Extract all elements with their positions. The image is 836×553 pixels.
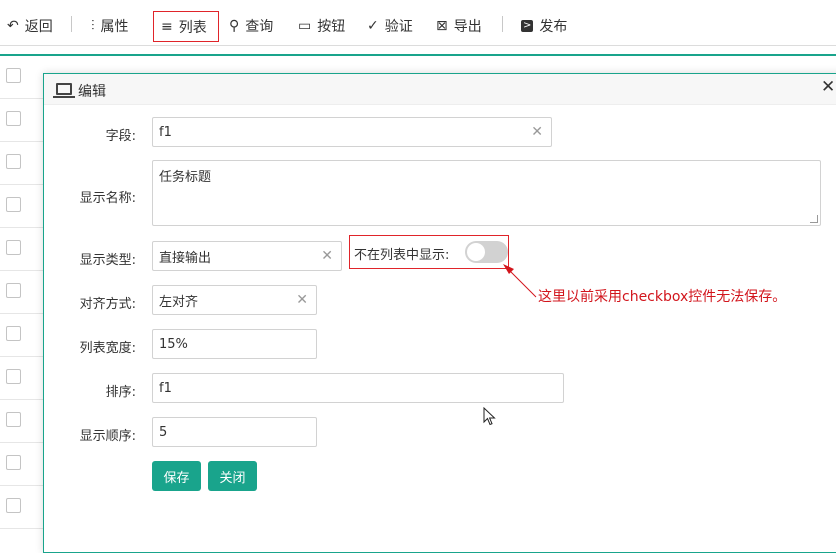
width-label: 列表宽度: — [79, 341, 136, 356]
order-input[interactable]: 5 — [152, 417, 317, 447]
display-name-label: 显示名称: — [79, 191, 136, 206]
display-name-textarea[interactable]: 任务标题 — [152, 160, 821, 226]
order-label: 显示顺序: — [79, 429, 136, 444]
buttons-label: 按钮 — [317, 19, 346, 35]
query-label: 查询 — [245, 19, 274, 35]
attributes-label: 属性 — [100, 19, 129, 35]
laptop-icon — [53, 83, 75, 98]
row-checkbox[interactable] — [6, 498, 21, 513]
search-icon: ⚲ — [229, 18, 240, 34]
query-button[interactable]: ⚲ 查询 — [222, 11, 280, 41]
hide-in-list-switch[interactable] — [465, 241, 508, 263]
field-value: f1 — [159, 124, 172, 140]
display-type-label: 显示类型: — [79, 253, 136, 268]
sort-label: 排序: — [105, 385, 136, 400]
align-select[interactable]: 左对齐 ✕ — [152, 285, 317, 315]
row-checkbox[interactable] — [6, 369, 21, 384]
row-checkbox[interactable] — [6, 455, 21, 470]
edit-dialog: 编辑 字段: f1 ✕ 显示名称: 任务标题 显示类型: 直接输出 ✕ 不在列表… — [43, 73, 836, 553]
switch-knob — [467, 243, 485, 261]
excel-file-icon: ⊠ — [436, 18, 448, 34]
save-button[interactable]: 保存 — [152, 461, 201, 491]
export-label: 导出 — [453, 19, 482, 35]
field-label: 字段: — [105, 129, 136, 144]
attributes-button[interactable]: ⫶ 属性 — [84, 11, 136, 41]
list-icon: ≡ — [161, 18, 173, 35]
field-input[interactable]: f1 ✕ — [152, 117, 552, 147]
align-label: 对齐方式: — [79, 297, 136, 312]
row-checkbox[interactable] — [6, 283, 21, 298]
row-checkbox[interactable] — [6, 154, 21, 169]
dialog-header: 编辑 — [44, 74, 836, 105]
display-type-select[interactable]: 直接输出 ✕ — [152, 241, 342, 271]
sliders-icon: ⫶ — [91, 18, 95, 34]
square-icon: ▭ — [298, 18, 312, 34]
order-value: 5 — [159, 424, 168, 440]
toolbar: ↶ 返回 ⫶ 属性 ≡ 列表 ⚲ 查询 ▭ 按钮 ✓ 验证 ⊠ 导出 > 发布 — [0, 0, 836, 46]
dialog-title: 编辑 — [78, 84, 106, 100]
row-checkbox[interactable] — [6, 240, 21, 255]
sort-input[interactable]: f1 — [152, 373, 564, 403]
check-icon: ✓ — [367, 18, 379, 34]
terminal-icon: > — [521, 20, 534, 32]
align-value: 左对齐 — [159, 294, 199, 310]
close-button[interactable]: 关闭 — [208, 461, 257, 491]
publish-button[interactable]: > 发布 — [514, 11, 574, 41]
hide-in-list-label: 不在列表中显示: — [354, 248, 450, 263]
list-label: 列表 — [178, 19, 207, 36]
clear-icon[interactable]: ✕ — [531, 124, 543, 140]
validate-button[interactable]: ✓ 验证 — [360, 11, 420, 41]
display-name-value: 任务标题 — [159, 170, 212, 185]
hide-in-list-highlight: 不在列表中显示: — [349, 235, 509, 269]
row-checkbox[interactable] — [6, 197, 21, 212]
width-value: 15% — [159, 336, 188, 352]
clear-icon[interactable]: ✕ — [296, 292, 308, 308]
select-all-checkbox[interactable] — [6, 68, 21, 83]
back-button[interactable]: ↶ 返回 — [0, 11, 60, 41]
close-icon[interactable]: ✕ — [821, 77, 835, 97]
sort-value: f1 — [159, 380, 172, 396]
undo-icon: ↶ — [7, 18, 19, 34]
row-checkbox[interactable] — [6, 326, 21, 341]
export-button[interactable]: ⊠ 导出 — [429, 11, 489, 41]
mouse-cursor-icon — [483, 407, 496, 426]
list-button[interactable]: ≡ 列表 — [153, 11, 219, 42]
validate-label: 验证 — [384, 19, 413, 35]
annotation-note: 这里以前采用checkbox控件无法保存。 — [538, 289, 787, 305]
clear-icon[interactable]: ✕ — [321, 248, 333, 264]
row-checkbox[interactable] — [6, 412, 21, 427]
toolbar-divider — [71, 16, 72, 32]
width-input[interactable]: 15% — [152, 329, 317, 359]
buttons-button[interactable]: ▭ 按钮 — [291, 11, 352, 41]
display-type-value: 直接输出 — [159, 250, 212, 266]
resize-handle-icon[interactable] — [810, 215, 818, 223]
back-label: 返回 — [24, 19, 53, 35]
publish-label: 发布 — [539, 19, 568, 35]
toolbar-divider — [502, 16, 503, 32]
row-checkbox[interactable] — [6, 111, 21, 126]
